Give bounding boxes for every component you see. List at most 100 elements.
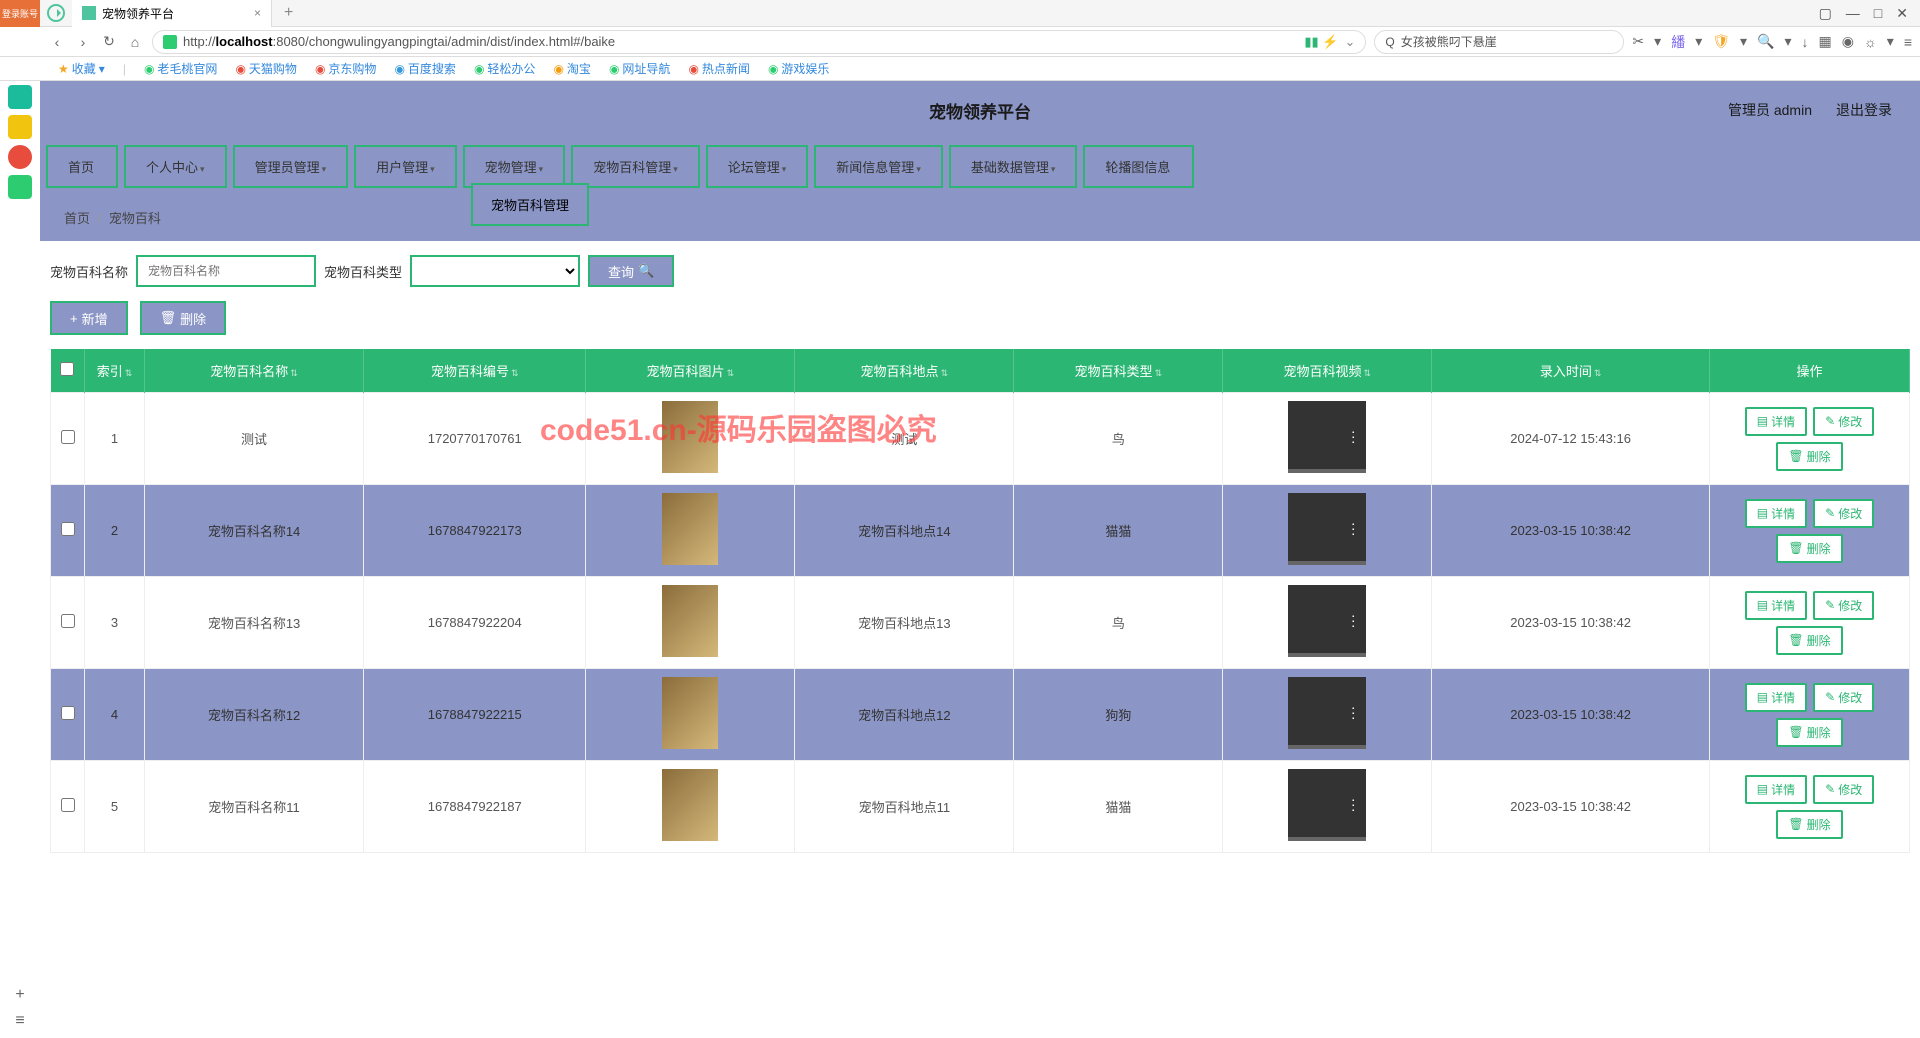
bookmark-0[interactable]: ◉老毛桃官网 bbox=[144, 60, 218, 77]
nav-pet-mgmt[interactable]: 宠物管理 bbox=[463, 145, 566, 188]
bookmark-7[interactable]: ◉热点新闻 bbox=[688, 60, 750, 77]
th-place[interactable]: 宠物百科地点⇅ bbox=[795, 349, 1014, 393]
detail-button[interactable]: ▤详情 bbox=[1745, 407, 1807, 436]
bookmark-8[interactable]: ◉游戏娱乐 bbox=[768, 60, 830, 77]
flash-icon[interactable]: ▮▮ ⚡ bbox=[1304, 34, 1338, 50]
edit-button[interactable]: ✎修改 bbox=[1813, 683, 1874, 712]
bookmark-2[interactable]: ◉京东购物 bbox=[315, 60, 377, 77]
window-max-icon[interactable]: □ bbox=[1874, 5, 1882, 22]
detail-button[interactable]: ▤详情 bbox=[1745, 775, 1807, 804]
back-button[interactable]: ‹ bbox=[48, 33, 66, 51]
magnify-icon[interactable]: 🔍 bbox=[1757, 33, 1774, 50]
row-delete-button[interactable]: 🗑删除 bbox=[1776, 534, 1842, 563]
nav-forum-mgmt[interactable]: 论坛管理 bbox=[706, 145, 809, 188]
nav-admin-mgmt[interactable]: 管理员管理 bbox=[233, 145, 349, 188]
nav-personal[interactable]: 个人中心 bbox=[124, 145, 227, 188]
url-dropdown-icon[interactable]: ⌄ bbox=[1345, 34, 1356, 50]
window-pip-icon[interactable]: ▢ bbox=[1819, 5, 1832, 22]
rail-icon-3[interactable] bbox=[8, 145, 32, 169]
bookmark-5[interactable]: ◉淘宝 bbox=[553, 60, 591, 77]
th-video[interactable]: 宠物百科视频⇅ bbox=[1223, 349, 1432, 393]
row-checkbox[interactable] bbox=[61, 614, 75, 628]
edit-button[interactable]: ✎修改 bbox=[1813, 499, 1874, 528]
query-button[interactable]: 查询🔍 bbox=[588, 255, 674, 287]
video-thumbnail[interactable] bbox=[1288, 493, 1366, 565]
list-panel-icon[interactable]: ≡ bbox=[15, 1012, 24, 1030]
detail-button[interactable]: ▤详情 bbox=[1745, 499, 1807, 528]
reload-circle-icon[interactable] bbox=[47, 4, 65, 22]
nav-baike-mgmt[interactable]: 宠物百科管理 bbox=[571, 145, 700, 188]
th-name[interactable]: 宠物百科名称⇅ bbox=[145, 349, 364, 393]
shield2-icon[interactable]: 🛡 bbox=[1712, 33, 1730, 50]
forward-button[interactable]: › bbox=[74, 33, 92, 51]
add-panel-icon[interactable]: + bbox=[15, 986, 24, 1004]
url-input[interactable]: http://localhost:8080/chongwulingyangpin… bbox=[152, 30, 1366, 54]
detail-button[interactable]: ▤详情 bbox=[1745, 683, 1807, 712]
row-delete-button[interactable]: 🗑删除 bbox=[1776, 718, 1842, 747]
rail-icon-2[interactable] bbox=[8, 115, 32, 139]
thumbnail-image[interactable] bbox=[662, 401, 718, 473]
row-checkbox[interactable] bbox=[61, 430, 75, 444]
bookmark-3[interactable]: ◉百度搜索 bbox=[394, 60, 456, 77]
login-badge[interactable]: 登录账号 bbox=[0, 0, 40, 27]
delete-button[interactable]: 🗑删除 bbox=[140, 301, 227, 335]
row-delete-button[interactable]: 🗑删除 bbox=[1776, 442, 1842, 471]
translate-icon[interactable]: 繙 bbox=[1671, 32, 1685, 52]
add-button[interactable]: +新增 bbox=[50, 301, 128, 335]
th-index[interactable]: 索引⇅ bbox=[85, 349, 145, 393]
row-checkbox[interactable] bbox=[61, 522, 75, 536]
reload-button[interactable]: ↻ bbox=[100, 33, 118, 51]
browser-tab[interactable]: 宠物领养平台 × bbox=[72, 0, 272, 27]
nav-dropdown-item[interactable]: 宠物百科管理 bbox=[471, 183, 589, 226]
filter-type-select[interactable] bbox=[410, 255, 580, 287]
rail-icon-4[interactable] bbox=[8, 175, 32, 199]
window-close-icon[interactable]: ✕ bbox=[1896, 5, 1908, 22]
apps-icon[interactable]: ▦ bbox=[1819, 33, 1832, 50]
thumbnail-image[interactable] bbox=[662, 585, 718, 657]
th-type[interactable]: 宠物百科类型⇅ bbox=[1014, 349, 1223, 393]
video-thumbnail[interactable] bbox=[1288, 585, 1366, 657]
nav-news-mgmt[interactable]: 新闻信息管理 bbox=[814, 145, 943, 188]
filter-name-input[interactable] bbox=[136, 255, 316, 287]
download-icon[interactable]: ↓ bbox=[1802, 34, 1809, 50]
logout-link[interactable]: 退出登录 bbox=[1836, 100, 1892, 120]
menu-icon[interactable]: ≡ bbox=[1904, 34, 1912, 50]
new-tab-button[interactable]: + bbox=[272, 4, 305, 22]
edit-button[interactable]: ✎修改 bbox=[1813, 407, 1874, 436]
home-button[interactable]: ⌂ bbox=[126, 33, 144, 51]
detail-button[interactable]: ▤详情 bbox=[1745, 591, 1807, 620]
thumbnail-image[interactable] bbox=[662, 677, 718, 749]
row-checkbox[interactable] bbox=[61, 706, 75, 720]
admin-label[interactable]: 管理员 admin bbox=[1728, 100, 1812, 120]
sun-icon[interactable]: ☼ bbox=[1864, 34, 1877, 50]
search-input[interactable]: Q 女孩被熊叼下悬崖 bbox=[1374, 30, 1624, 54]
scissors-icon[interactable]: ✂ bbox=[1632, 33, 1644, 50]
thumbnail-image[interactable] bbox=[662, 769, 718, 841]
nav-data-mgmt[interactable]: 基础数据管理 bbox=[949, 145, 1078, 188]
th-image[interactable]: 宠物百科图片⇅ bbox=[586, 349, 795, 393]
close-icon[interactable]: × bbox=[254, 6, 261, 20]
edit-button[interactable]: ✎修改 bbox=[1813, 591, 1874, 620]
th-code[interactable]: 宠物百科编号⇅ bbox=[364, 349, 586, 393]
thumbnail-image[interactable] bbox=[662, 493, 718, 565]
bookmark-1[interactable]: ◉天猫购物 bbox=[235, 60, 297, 77]
nav-user-mgmt[interactable]: 用户管理 bbox=[354, 145, 457, 188]
row-delete-button[interactable]: 🗑删除 bbox=[1776, 810, 1842, 839]
bookmark-fav[interactable]: ★收藏 ▾ bbox=[58, 60, 105, 77]
select-all-checkbox[interactable] bbox=[60, 362, 74, 376]
edit-button[interactable]: ✎修改 bbox=[1813, 775, 1874, 804]
th-time[interactable]: 录入时间⇅ bbox=[1432, 349, 1710, 393]
nav-carousel[interactable]: 轮播图信息 bbox=[1083, 145, 1194, 188]
breadcrumb-home[interactable]: 首页 bbox=[64, 211, 90, 226]
bookmark-6[interactable]: ◉网址导航 bbox=[609, 60, 671, 77]
video-thumbnail[interactable] bbox=[1288, 677, 1366, 749]
nav-home[interactable]: 首页 bbox=[46, 145, 118, 188]
window-min-icon[interactable]: — bbox=[1846, 5, 1860, 22]
video-thumbnail[interactable] bbox=[1288, 769, 1366, 841]
globe-icon[interactable]: ◉ bbox=[1842, 33, 1854, 50]
row-checkbox[interactable] bbox=[61, 798, 75, 812]
bookmark-4[interactable]: ◉轻松办公 bbox=[474, 60, 536, 77]
video-thumbnail[interactable] bbox=[1288, 401, 1366, 473]
row-delete-button[interactable]: 🗑删除 bbox=[1776, 626, 1842, 655]
rail-icon-1[interactable] bbox=[8, 85, 32, 109]
